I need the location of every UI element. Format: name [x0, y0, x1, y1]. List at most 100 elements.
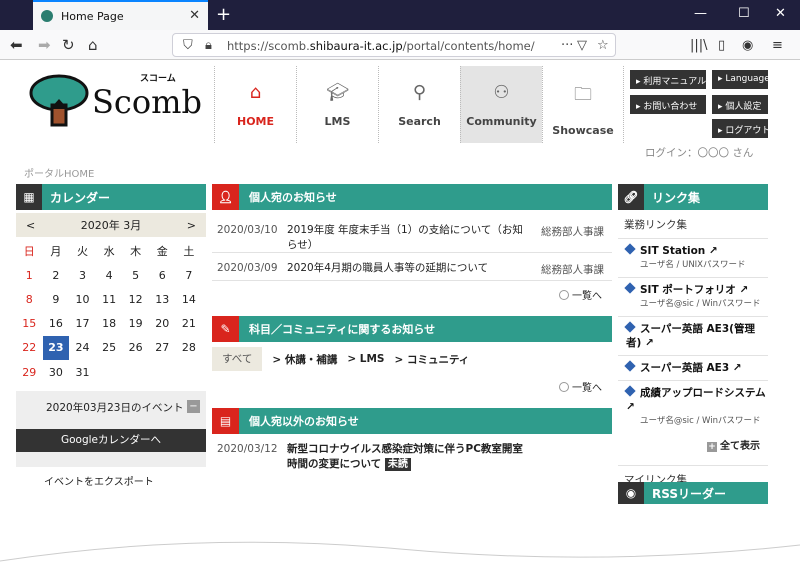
calendar-day[interactable]: 20: [149, 312, 176, 336]
link-item[interactable]: スーパー英語 AE3(管理者) ↗: [618, 317, 768, 356]
calendar-day[interactable]: 1: [16, 263, 43, 287]
prev-month-button[interactable]: <: [26, 219, 35, 232]
calendar-day[interactable]: 11: [96, 287, 123, 311]
settings-button[interactable]: ▸ 個人設定: [712, 95, 768, 114]
filter-all[interactable]: すべて: [212, 347, 263, 371]
calendar-day[interactable]: 16: [43, 312, 70, 336]
bookmark-star-icon[interactable]: ☆: [597, 38, 609, 53]
calendar-day[interactable]: 15: [16, 312, 43, 336]
calendar-day[interactable]: 25: [96, 336, 123, 360]
calendar-day[interactable]: 22: [16, 336, 43, 360]
logout-button[interactable]: ▸ ログアウト: [712, 119, 770, 138]
tab-lms[interactable]: 🎓︎ LMS: [296, 66, 378, 143]
link-item[interactable]: SIT ポートフォリオ ↗ ユーザ名@sic / Winパスワード: [618, 278, 768, 317]
tab-home[interactable]: ⌂ HOME: [214, 66, 296, 143]
sidebar-icon[interactable]: ▯: [718, 38, 725, 53]
tab-community[interactable]: ⚇ Community: [460, 66, 542, 143]
calendar-day[interactable]: 26: [122, 336, 149, 360]
calendar-day[interactable]: 31: [69, 360, 96, 384]
tab-showcase[interactable]: 🗀 Showcase: [542, 66, 624, 143]
browser-tab-bar: Home Page ✕ + — ☐ ✕: [0, 0, 800, 30]
work-links-label: 業務リンク集: [618, 217, 768, 239]
circle-arrow-icon: [559, 290, 569, 300]
filter-lms[interactable]: > LMS: [347, 353, 384, 365]
scomb-logo[interactable]: スコーム Scomb: [28, 69, 208, 135]
breadcrumb[interactable]: ポータルHOME: [24, 165, 94, 180]
calendar-day[interactable]: 17: [69, 312, 96, 336]
weekday-label: 木: [130, 245, 142, 259]
new-tab-icon[interactable]: +: [216, 4, 231, 25]
calendar-month: 2020年 3月: [80, 219, 142, 232]
tab-search[interactable]: ⚲ Search: [378, 66, 460, 143]
calendar-icon: ▦: [16, 184, 42, 210]
language-button[interactable]: ▸ Language: [712, 70, 770, 89]
next-month-button[interactable]: >: [187, 219, 196, 232]
unread-badge: 未読: [384, 458, 411, 471]
collapse-icon[interactable]: −: [187, 400, 200, 414]
calendar-day[interactable]: 23: [42, 335, 70, 360]
calendar-day[interactable]: 30: [43, 360, 70, 384]
hamburger-menu-icon[interactable]: ≡: [772, 38, 783, 53]
weekday-label: 金: [156, 245, 168, 259]
list-item[interactable]: 2020/03/10 2019年度 年度末手当（1）の支給について（お知らせ） …: [212, 210, 612, 253]
calendar-day[interactable]: 8: [16, 287, 43, 311]
calendar-day[interactable]: 21: [176, 312, 203, 336]
diamond-icon: [624, 243, 636, 255]
weekday-label: 月: [50, 245, 62, 259]
calendar-day[interactable]: 4: [96, 263, 123, 287]
calendar-day[interactable]: 2: [43, 263, 70, 287]
browser-nav-bar: ⬅ ➡ ↻ ⌂ ⛉ 🔒︎ https://scomb.shibaura-it.a…: [0, 30, 800, 60]
calendar-day[interactable]: 7: [176, 263, 203, 287]
calendar-day[interactable]: 13: [149, 287, 176, 311]
list-item[interactable]: 2020/03/12 新型コロナウイルス感染症対策に伴うPC教室開室時間の変更に…: [212, 434, 612, 478]
export-events-link[interactable]: イベントをエクスポート: [16, 473, 206, 488]
browser-tab[interactable]: Home Page ✕: [33, 0, 208, 30]
calendar-day[interactable]: 10: [69, 287, 96, 311]
menu-dots-icon[interactable]: ···: [561, 38, 573, 53]
shield-icon[interactable]: ⛉: [183, 38, 193, 53]
calendar-day[interactable]: 5: [122, 263, 149, 287]
reload-icon[interactable]: ↻: [62, 36, 75, 54]
contact-button[interactable]: ▸ お問い合わせ: [630, 95, 706, 114]
calendar-day[interactable]: 3: [69, 263, 96, 287]
calendar-day[interactable]: 6: [149, 263, 176, 287]
calendar-day[interactable]: 24: [69, 336, 96, 360]
calendar-grid: 日月火水木金土 1 2 3 4 5 6 7 8 9 10 11 12 13 14 15 16 17 18 19 20 21…: [16, 239, 206, 384]
notices-more-link[interactable]: 一覧へ: [212, 281, 612, 303]
community-more-link[interactable]: 一覧へ: [212, 373, 612, 395]
manual-button[interactable]: ▸ 利用マニュアル: [630, 70, 706, 89]
link-icon: 🔗︎: [618, 184, 644, 210]
filter-community[interactable]: > コミュニティ: [394, 352, 469, 367]
calendar-day[interactable]: 9: [43, 287, 70, 311]
forward-icon[interactable]: ➡: [38, 36, 51, 54]
home-icon[interactable]: ⌂: [88, 36, 98, 54]
pocket-icon[interactable]: ▽: [577, 38, 587, 53]
account-icon[interactable]: ◉: [742, 38, 753, 53]
library-icon[interactable]: |||\: [690, 38, 708, 53]
calendar-day[interactable]: 19: [122, 312, 149, 336]
community-notices-header: ✎ 科目／コミュニティに関するお知らせ: [212, 316, 612, 342]
maximize-icon[interactable]: ☐: [738, 6, 750, 21]
show-all-button[interactable]: + 全て表示: [618, 433, 768, 458]
minimize-icon[interactable]: —: [694, 6, 707, 21]
diamond-icon: [624, 321, 636, 333]
link-item[interactable]: SIT Station ↗ ユーザ名 / UNIXパスワード: [618, 239, 768, 278]
back-icon[interactable]: ⬅: [10, 36, 23, 54]
lock-icon[interactable]: 🔒︎: [205, 38, 212, 53]
filter-cancel[interactable]: > 休講・補講: [272, 352, 337, 367]
url-bar[interactable]: ⛉ 🔒︎ https://scomb.shibaura-it.ac.jp/por…: [172, 33, 616, 57]
calendar-day[interactable]: 28: [176, 336, 203, 360]
calendar-day[interactable]: 27: [149, 336, 176, 360]
calendar-day[interactable]: 29: [16, 360, 43, 384]
calendar-day[interactable]: 12: [122, 287, 149, 311]
calendar-day[interactable]: 14: [176, 287, 203, 311]
window-close-icon[interactable]: ✕: [775, 6, 786, 21]
google-calendar-button[interactable]: Googleカレンダーへ: [16, 429, 206, 453]
house-icon: ⌂: [249, 82, 262, 103]
link-item[interactable]: スーパー英語 AE3 ↗: [618, 356, 768, 381]
list-item[interactable]: 2020/03/09 2020年4月期の職員人事等の延期について 総務部人事課: [212, 253, 612, 281]
personal-notices-header: 👤︎ 個人宛のお知らせ: [212, 184, 612, 210]
link-item[interactable]: 成績アップロードシステム ↗ ユーザ名@sic / Winパスワード: [618, 381, 768, 433]
close-tab-icon[interactable]: ✕: [189, 8, 200, 23]
calendar-day[interactable]: 18: [96, 312, 123, 336]
